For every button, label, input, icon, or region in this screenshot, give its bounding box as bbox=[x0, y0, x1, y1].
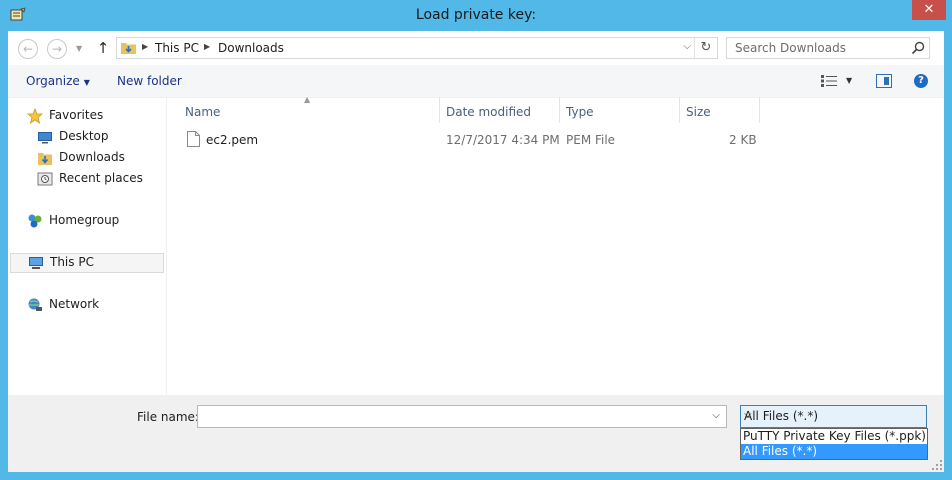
up-button[interactable]: ↑ bbox=[95, 38, 111, 58]
file-icon bbox=[187, 131, 200, 147]
address-bar[interactable]: ▶ This PC ▶ Downloads ⌵ ↻ bbox=[116, 37, 718, 59]
column-divider[interactable] bbox=[759, 97, 760, 123]
sidebar-item-network[interactable]: Network bbox=[8, 295, 164, 315]
sidebar-item-homegroup[interactable]: Homegroup bbox=[8, 211, 164, 231]
breadcrumb-chevron-icon[interactable]: ▶ bbox=[204, 42, 210, 51]
file-date-modified: 12/7/2017 4:34 PM bbox=[446, 133, 560, 147]
file-name: ec2.pem bbox=[206, 133, 259, 147]
file-type-dropdown-list: PuTTY Private Key Files (*.ppk) All File… bbox=[740, 428, 928, 460]
file-type: PEM File bbox=[566, 133, 616, 147]
recent-locations-chevron-down-icon[interactable]: ▼ bbox=[76, 44, 82, 53]
downloads-folder-icon bbox=[38, 153, 52, 165]
command-bar: Organize ▼ New folder ▼ ? bbox=[8, 65, 944, 98]
view-options-chevron-down-icon[interactable]: ▼ bbox=[846, 76, 852, 85]
navigation-pane: Favorites Desktop Downloads Recent place… bbox=[8, 97, 167, 427]
chevron-down-icon: ▼ bbox=[83, 78, 90, 87]
resize-grip-icon[interactable] bbox=[932, 460, 942, 470]
sidebar-item-recent-places[interactable]: Recent places bbox=[8, 169, 164, 189]
desktop-icon bbox=[38, 132, 52, 144]
refresh-button[interactable]: ↻ bbox=[694, 38, 717, 58]
column-header-type[interactable]: Type bbox=[560, 97, 680, 125]
address-dropdown-chevron-icon[interactable]: ⌵ bbox=[683, 41, 691, 52]
recent-places-icon bbox=[37, 172, 53, 186]
sidebar-item-this-pc[interactable]: This PC bbox=[10, 253, 164, 273]
organize-button[interactable]: Organize ▼ bbox=[26, 74, 90, 88]
column-header-label: Name bbox=[185, 105, 221, 119]
close-button[interactable]: ✕ bbox=[912, 0, 946, 20]
breadcrumb-downloads[interactable]: Downloads bbox=[218, 41, 284, 55]
sidebar-item-label: Downloads bbox=[59, 150, 125, 164]
forward-button[interactable]: → bbox=[47, 39, 67, 59]
column-header-size[interactable]: Size bbox=[680, 97, 760, 125]
sidebar-item-label: Homegroup bbox=[49, 213, 120, 227]
chevron-down-icon: ⌵ bbox=[744, 409, 752, 420]
chevron-down-icon[interactable]: ⌵ bbox=[712, 410, 720, 421]
sidebar-item-label: Network bbox=[49, 297, 100, 311]
dialog-body: ← → ▼ ↑ ▶ This PC ▶ Downloads ⌵ ↻ Search… bbox=[8, 31, 944, 472]
file-list: Name ▲ Date modified Type Size ec2.pem 1… bbox=[167, 95, 944, 427]
search-box bbox=[726, 37, 930, 59]
column-header-label: Size bbox=[686, 105, 711, 119]
new-folder-button[interactable]: New folder bbox=[117, 74, 182, 88]
back-button[interactable]: ← bbox=[18, 39, 38, 59]
organize-label: Organize bbox=[26, 74, 80, 88]
breadcrumb-this-pc[interactable]: This PC bbox=[155, 41, 199, 55]
dialog-window: Load private key: ✕ ← → ▼ ↑ ▶ This PC ▶ … bbox=[0, 0, 952, 480]
sidebar-item-favorites[interactable]: Favorites bbox=[8, 106, 164, 126]
sidebar-item-desktop[interactable]: Desktop bbox=[8, 127, 164, 147]
sidebar-item-downloads[interactable]: Downloads bbox=[8, 148, 164, 168]
file-name-label: File name: bbox=[137, 410, 199, 424]
column-header-label: Type bbox=[566, 105, 594, 119]
help-icon[interactable]: ? bbox=[914, 74, 928, 88]
window-title: Load private key: bbox=[415, 7, 537, 23]
file-type-select[interactable]: All Files (*.*) ⌵ bbox=[740, 405, 927, 428]
sort-ascending-icon: ▲ bbox=[304, 95, 311, 104]
computer-icon bbox=[29, 257, 43, 269]
file-type-option-all-files[interactable]: All Files (*.*) bbox=[741, 444, 927, 459]
downloads-folder-icon bbox=[121, 43, 136, 54]
table-row[interactable]: ec2.pem 12/7/2017 4:34 PM PEM File 2 KB bbox=[167, 128, 787, 152]
sidebar-item-label: Recent places bbox=[59, 171, 143, 185]
navigation-bar: ← → ▼ ↑ ▶ This PC ▶ Downloads ⌵ ↻ bbox=[8, 31, 944, 65]
breadcrumb-chevron-icon[interactable]: ▶ bbox=[142, 42, 148, 51]
sidebar-item-label: Desktop bbox=[59, 129, 109, 143]
sidebar-item-label: This PC bbox=[50, 255, 94, 269]
homegroup-icon bbox=[28, 214, 42, 228]
search-input[interactable] bbox=[727, 38, 915, 58]
file-name-field[interactable]: ⌵ bbox=[197, 405, 727, 428]
star-icon bbox=[27, 108, 43, 124]
file-name-panel: File name: ⌵ All Files (*.*) ⌵ PuTTY Pri… bbox=[8, 395, 944, 472]
file-type-option-ppk[interactable]: PuTTY Private Key Files (*.ppk) bbox=[741, 429, 927, 444]
search-icon[interactable] bbox=[911, 41, 925, 55]
file-size: 2 KB bbox=[729, 133, 757, 147]
change-view-icon[interactable] bbox=[821, 75, 837, 87]
sidebar-item-label: Favorites bbox=[49, 108, 104, 122]
column-header-name[interactable]: Name ▲ bbox=[167, 95, 439, 125]
preview-pane-icon[interactable] bbox=[876, 74, 892, 88]
network-icon bbox=[28, 298, 42, 311]
title-bar: Load private key: ✕ bbox=[0, 0, 952, 31]
column-header-date-modified[interactable]: Date modified bbox=[440, 97, 560, 125]
column-header-label: Date modified bbox=[446, 105, 532, 119]
